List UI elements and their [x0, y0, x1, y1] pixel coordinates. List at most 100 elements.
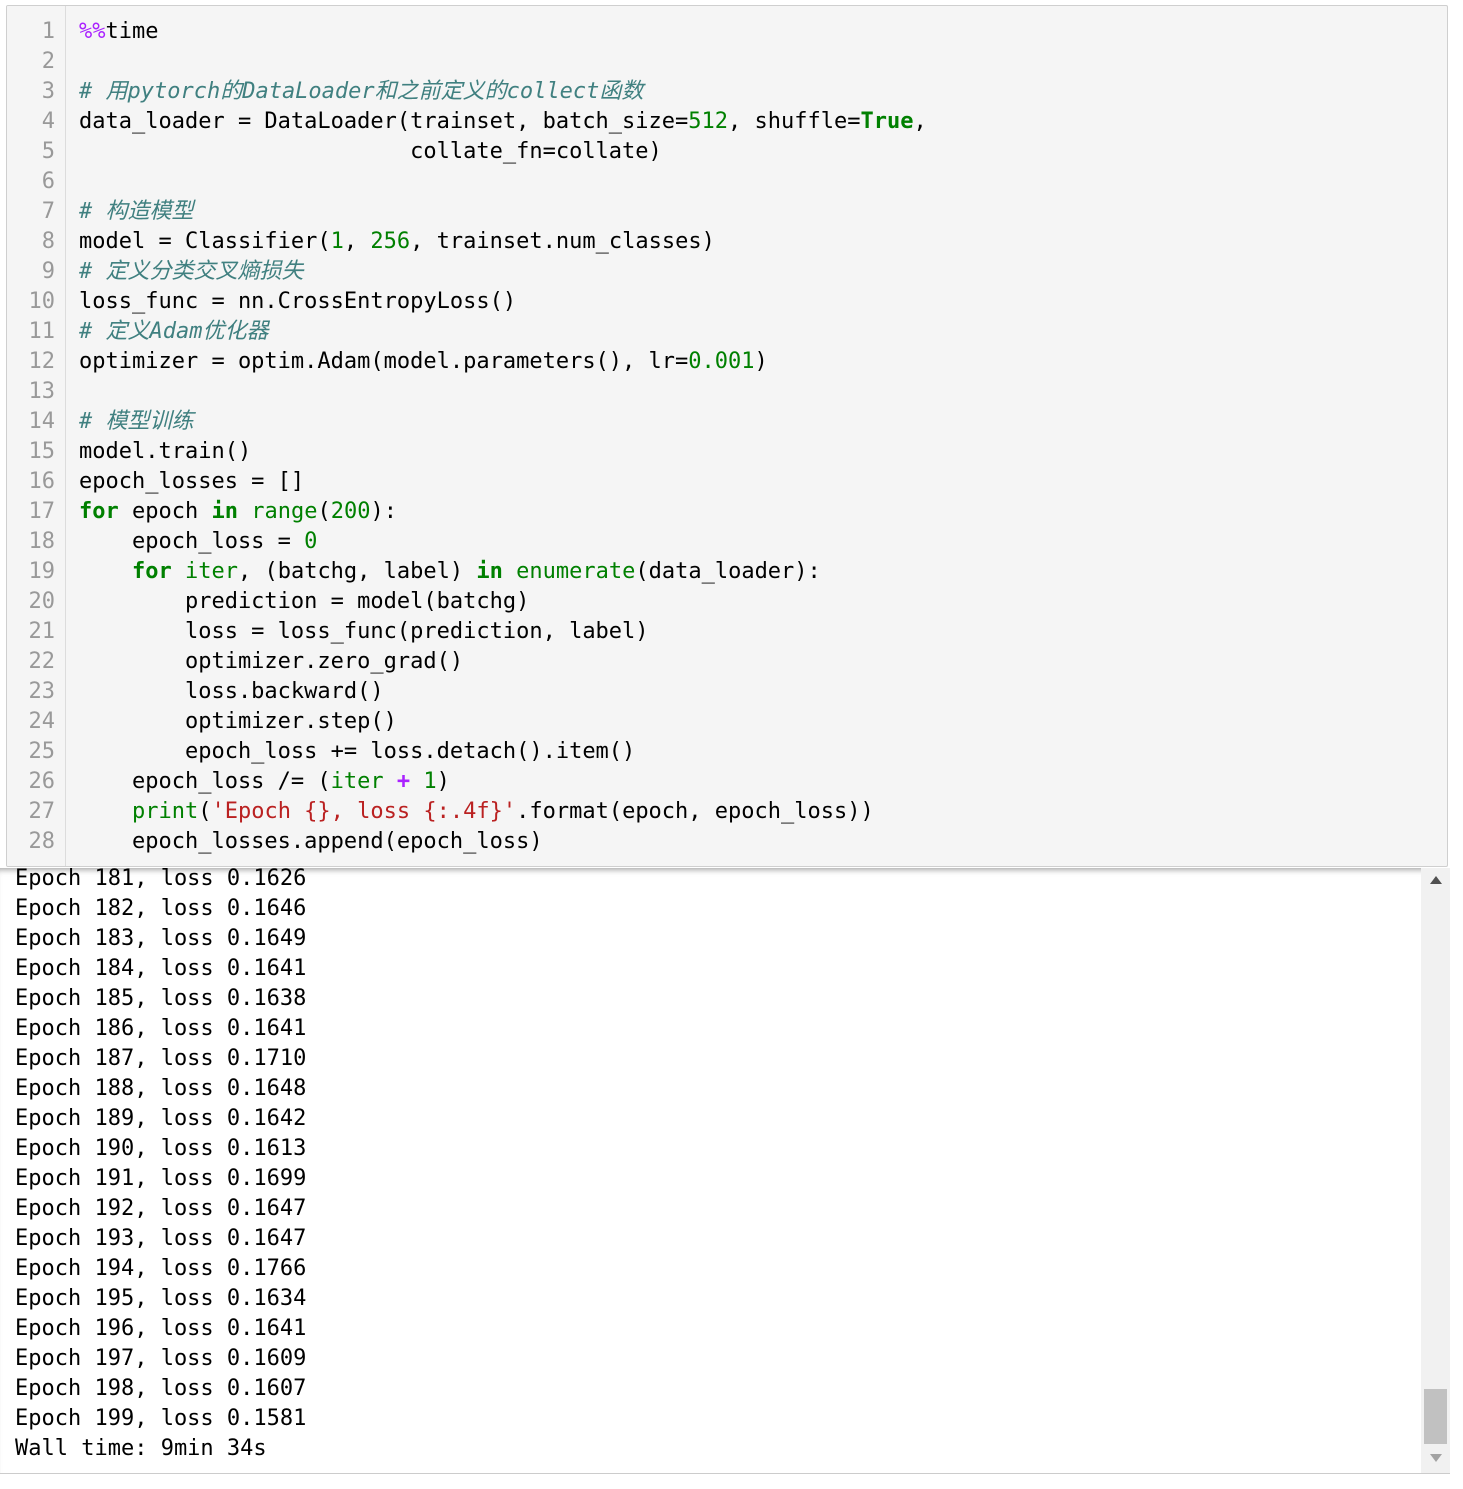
- code-token: loss_func = nn.CrossEntropyLoss(): [79, 289, 517, 314]
- code-token: , trainset.num_classes): [410, 229, 715, 254]
- code-line[interactable]: collate_fn=collate): [79, 137, 1447, 167]
- line-number: 16: [28, 469, 56, 494]
- line-number: 18: [28, 529, 56, 554]
- code-token: epoch_loss =: [79, 529, 305, 554]
- code-token: # 用pytorch的DataLoader和之前定义的collect函数: [79, 79, 644, 104]
- code-line[interactable]: [79, 167, 1447, 197]
- code-line[interactable]: model = Classifier(1, 256, trainset.num_…: [79, 227, 1447, 257]
- output-line: Epoch 195, loss 0.1634: [15, 1286, 307, 1311]
- code-line[interactable]: [79, 377, 1447, 407]
- line-number: 22: [28, 649, 56, 674]
- code-line[interactable]: loss_func = nn.CrossEntropyLoss(): [79, 287, 1447, 317]
- code-line[interactable]: epoch_loss += loss.detach().item(): [79, 737, 1447, 767]
- code-token: 0.001: [688, 349, 755, 374]
- code-line[interactable]: loss = loss_func(prediction, label): [79, 617, 1447, 647]
- code-token: loss.backward(): [79, 679, 384, 704]
- code-token: 0: [304, 529, 318, 554]
- code-token: epoch_losses = []: [79, 469, 305, 494]
- cell-output-area[interactable]: Epoch 181, loss 0.1626 Epoch 182, loss 0.…: [0, 868, 1450, 1474]
- code-token: ): [436, 769, 450, 794]
- code-line[interactable]: # 构造模型: [79, 197, 1447, 227]
- line-number: 28: [28, 829, 56, 854]
- code-line[interactable]: [79, 47, 1447, 77]
- code-token: optimizer = optim.Adam(model.parameters(…: [79, 349, 689, 374]
- code-token: 256: [370, 229, 411, 254]
- code-lines[interactable]: %%time # 用pytorch的DataLoader和之前定义的collect…: [79, 17, 1447, 857]
- code-token: 1: [330, 229, 344, 254]
- code-token: 200: [330, 499, 371, 524]
- line-number: 21: [28, 619, 56, 644]
- code-token: epoch_loss += loss.detach().item(): [79, 739, 636, 764]
- code-line[interactable]: model.train(): [79, 437, 1447, 467]
- output-line: Epoch 192, loss 0.1647: [15, 1196, 307, 1221]
- code-cell-editor[interactable]: 1 2 3 4 5 6 7 8 9 10 11 12 13 14 15 16 17 18 19 20 21 22 23 24 2…: [6, 5, 1448, 867]
- code-line[interactable]: optimizer.step(): [79, 707, 1447, 737]
- code-line[interactable]: print('Epoch {}, loss {:.4f}'.format(epo…: [79, 797, 1447, 827]
- code-line[interactable]: # 用pytorch的DataLoader和之前定义的collect函数: [79, 77, 1447, 107]
- code-token: 1: [423, 769, 437, 794]
- triangle-up-icon[interactable]: [1421, 872, 1450, 892]
- output-line: Epoch 191, loss 0.1699: [15, 1166, 307, 1191]
- code-token: (data_loader):: [635, 559, 821, 584]
- code-line[interactable]: epoch_loss /= (iter + 1): [79, 767, 1447, 797]
- line-number: 8: [41, 229, 55, 254]
- code-line[interactable]: data_loader = DataLoader(trainset, batch…: [79, 107, 1447, 137]
- code-line[interactable]: for iter, (batchg, label) in enumerate(d…: [79, 557, 1447, 587]
- line-numbers: 1 2 3 4 5 6 7 8 9 10 11 12 13 14 15 16 17 18 19 20 21 22 23 24 2…: [7, 17, 56, 857]
- line-number: 19: [28, 559, 56, 584]
- line-number: 1: [41, 19, 55, 44]
- code-token: # 构造模型: [79, 199, 194, 224]
- output-line: Epoch 194, loss 0.1766: [15, 1256, 307, 1281]
- code-line[interactable]: epoch_losses.append(epoch_loss): [79, 827, 1447, 857]
- code-line[interactable]: prediction = model(batchg): [79, 587, 1447, 617]
- line-number: 25: [28, 739, 56, 764]
- line-number: 14: [28, 409, 56, 434]
- line-number: 12: [28, 349, 56, 374]
- output-line: Epoch 187, loss 0.1710: [15, 1046, 307, 1071]
- code-line[interactable]: for epoch in range(200):: [79, 497, 1447, 527]
- code-token: # 定义Adam优化器: [79, 319, 269, 344]
- code-line[interactable]: optimizer = optim.Adam(model.parameters(…: [79, 347, 1447, 377]
- code-token: in: [211, 499, 238, 524]
- scrollbar-thumb[interactable]: [1424, 1389, 1447, 1444]
- line-number: 27: [28, 799, 56, 824]
- line-number: 15: [28, 439, 56, 464]
- output-line: Epoch 182, loss 0.1646: [15, 896, 307, 921]
- line-number: 23: [28, 679, 56, 704]
- code-token: collate_fn=collate): [79, 139, 662, 164]
- output-line: Epoch 188, loss 0.1648: [15, 1076, 307, 1101]
- code-token: True: [860, 109, 914, 134]
- code-token: 'Epoch {}, loss {:.4f}': [211, 799, 517, 824]
- code-line[interactable]: # 模型训练: [79, 407, 1447, 437]
- output-scrollbar[interactable]: [1421, 868, 1450, 1473]
- code-line[interactable]: # 定义分类交叉熵损失: [79, 257, 1447, 287]
- output-line: Epoch 181, loss 0.1626: [15, 868, 307, 891]
- code-line[interactable]: epoch_loss = 0: [79, 527, 1447, 557]
- output-line: Epoch 197, loss 0.1609: [15, 1346, 307, 1371]
- code-token: range: [251, 499, 318, 524]
- line-number-gutter: 1 2 3 4 5 6 7 8 9 10 11 12 13 14 15 16 17 18 19 20 21 22 23 24 2…: [7, 6, 66, 866]
- code-line[interactable]: loss.backward(): [79, 677, 1447, 707]
- line-number: 3: [41, 79, 55, 104]
- line-number: 11: [28, 319, 56, 344]
- code-line[interactable]: optimizer.zero_grad(): [79, 647, 1447, 677]
- line-number: 6: [41, 169, 55, 194]
- code-line[interactable]: epoch_losses = []: [79, 467, 1447, 497]
- code-token: model.train(): [79, 439, 252, 464]
- code-token: model = Classifier(: [79, 229, 331, 254]
- code-token: epoch_loss /= (: [79, 769, 331, 794]
- triangle-down-icon[interactable]: [1421, 1450, 1450, 1470]
- line-number: 26: [28, 769, 56, 794]
- output-line: Epoch 183, loss 0.1649: [15, 926, 307, 951]
- output-line: Epoch 196, loss 0.1641: [15, 1316, 307, 1341]
- code-token: for: [79, 499, 119, 524]
- code-line[interactable]: # 定义Adam优化器: [79, 317, 1447, 347]
- output-line: Epoch 193, loss 0.1647: [15, 1226, 307, 1251]
- line-number: 4: [41, 109, 55, 134]
- output-line: Epoch 184, loss 0.1641: [15, 956, 307, 981]
- code-line[interactable]: %%time: [79, 17, 1447, 47]
- output-line: Epoch 199, loss 0.1581: [15, 1406, 307, 1431]
